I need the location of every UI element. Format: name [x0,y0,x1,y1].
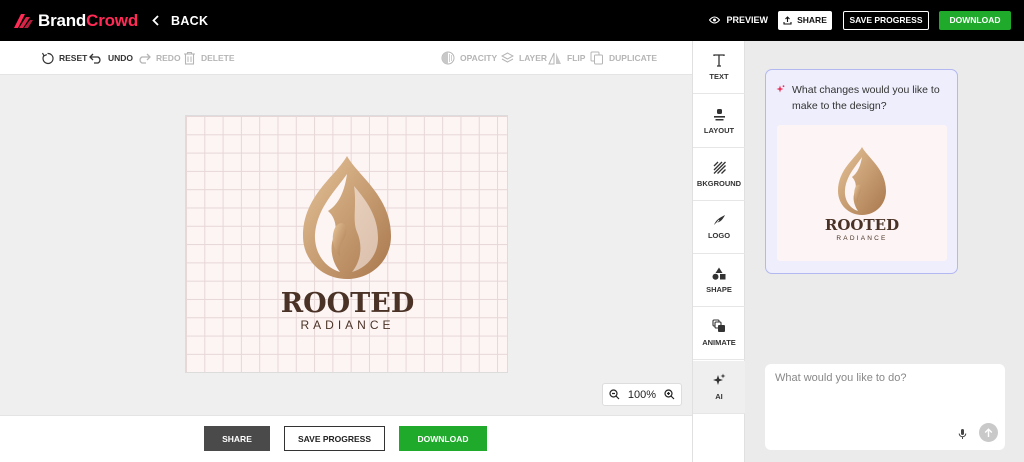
layer-button[interactable]: LAYER [501,41,547,75]
reset-label: RESET [59,53,88,63]
logo-icon [713,215,725,226]
tool-logo[interactable]: LOGO [693,201,745,254]
download-button[interactable]: DOWNLOAD [399,426,487,451]
animate-icon [712,319,725,332]
brandcrowd-logo[interactable]: BrandCrowd [12,0,138,41]
opacity-button[interactable]: OPACITY [441,41,497,75]
flip-icon [548,52,561,64]
microphone-icon[interactable] [958,428,967,440]
tool-layout[interactable]: LAYOUT [693,95,745,148]
tool-background-label: BKGROUND [696,178,742,188]
preview-subtitle-text: RADIANCE [836,235,887,242]
design-subtitle-text: RADIANCE [300,318,394,332]
preview-logo: ROOTED RADIANCE [825,147,899,242]
tool-text-label: TEXT [709,71,729,81]
opacity-label: OPACITY [460,53,498,63]
flip-label: FLIP [567,53,586,63]
tool-shape[interactable]: SHAPE [693,254,745,307]
save-progress-button[interactable]: SAVE PROGRESS [284,426,385,451]
duplicate-icon [590,51,603,65]
editor-app: BrandCrowd BACK PREVIEW SHARE SAVE PROGR… [0,0,1024,462]
zoom-level: 100% [627,388,657,401]
layers-icon [501,51,514,63]
bottom-bar: SHARE SAVE PROGRESS DOWNLOAD [0,415,692,462]
back-label: BACK [171,13,209,28]
design-artboard[interactable]: ROOTED RADIANCE [185,115,508,373]
droplet-emblem-icon [303,156,391,279]
sparkle-icon [713,373,726,385]
preview-title-text: ROOTED [825,216,899,234]
duplicate-label: DUPLICATE [609,53,658,63]
preview-droplet-icon [838,147,886,215]
reset-button[interactable]: RESET [41,41,87,75]
ai-design-preview[interactable]: ROOTED RADIANCE [777,125,947,261]
save-progress-button-top[interactable]: SAVE PROGRESS [843,10,929,30]
tool-panel: TEXT LAYOUT BKGROUND LOGO SHAPE ANIMATE … [692,41,745,462]
eye-icon [709,16,721,24]
upload-icon [783,15,792,25]
send-button[interactable] [979,423,998,442]
logo-design[interactable]: ROOTED RADIANCE [186,116,509,374]
canvas-area[interactable]: ROOTED RADIANCE 100% [0,75,692,415]
brandcrowd-mark-icon [14,13,33,28]
top-bar: BrandCrowd BACK PREVIEW SHARE SAVE PROGR… [0,0,1024,41]
trash-icon [184,51,195,65]
chevron-left-icon [152,15,159,26]
arrow-up-icon [984,427,993,437]
undo-icon [89,53,101,64]
design-title-text: ROOTED [281,288,415,319]
edit-toolbar: RESET UNDO REDO DELETE OPACITY LAYER FLI… [0,41,692,75]
layer-label: LAYER [519,53,548,63]
redo-icon [139,53,151,64]
tool-ai[interactable]: AI [693,361,745,414]
ai-assistant-panel: What changes would you like to make to t… [745,41,1024,462]
zoom-out-icon[interactable] [609,389,620,400]
back-button[interactable]: BACK [152,14,208,28]
shape-icon [712,267,726,280]
share-button-top[interactable]: SHARE [778,10,832,30]
ai-sparkle-icon [776,85,785,93]
redo-label: REDO [156,53,181,63]
redo-button[interactable]: REDO [137,41,181,75]
ai-question-text: What changes would you like to make to t… [792,84,940,112]
tool-ai-label: AI [715,392,723,401]
duplicate-button[interactable]: DUPLICATE [590,41,657,75]
brand-name: BrandCrowd [38,10,139,30]
preview-button[interactable]: PREVIEW [709,15,768,25]
top-actions: PREVIEW SHARE SAVE PROGRESS DOWNLOAD [709,10,1011,30]
preview-label: PREVIEW [726,15,768,25]
tool-background[interactable]: BKGROUND [693,148,745,201]
tool-logo-label: LOGO [707,231,731,240]
ai-message-card: What changes would you like to make to t… [765,69,958,274]
tool-animate[interactable]: ANIMATE [693,307,745,360]
text-icon [713,53,725,67]
background-icon [713,161,726,174]
ai-prompt-input[interactable] [775,372,975,384]
tool-animate-label: ANIMATE [702,338,736,347]
tool-shape-label: SHAPE [706,284,732,294]
zoom-control: 100% [602,383,682,406]
reset-icon [41,52,54,64]
tool-text[interactable]: TEXT [693,41,745,94]
download-button-top[interactable]: DOWNLOAD [939,10,1011,30]
undo-label: UNDO [108,53,134,63]
share-label: SHARE [797,15,827,25]
share-button[interactable]: SHARE [204,426,270,451]
layout-icon [713,108,725,120]
delete-label: DELETE [201,53,235,63]
delete-button[interactable]: DELETE [183,41,235,75]
tool-layout-label: LAYOUT [703,125,735,135]
opacity-icon [441,51,455,65]
ai-prompt-box[interactable] [765,364,1005,450]
zoom-in-icon[interactable] [664,389,675,400]
undo-button[interactable]: UNDO [89,41,133,75]
flip-button[interactable]: FLIP [548,41,585,75]
